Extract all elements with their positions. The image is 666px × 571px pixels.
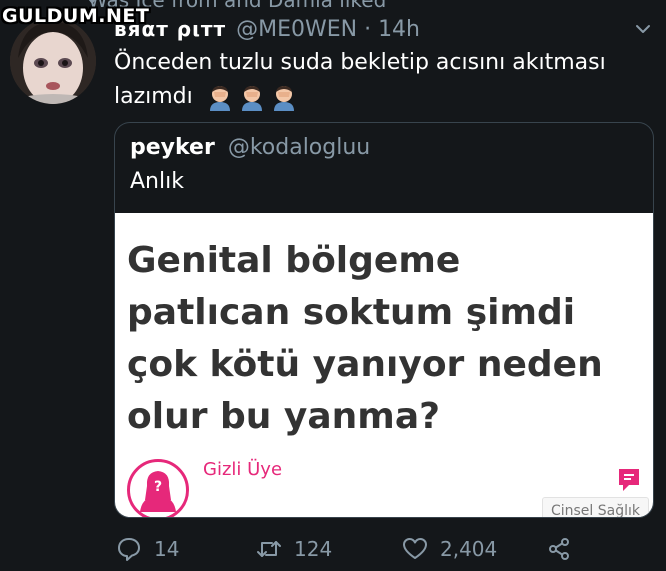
heart-icon — [403, 538, 427, 559]
handle-time[interactable]: @ME0WEN · 14h — [236, 17, 420, 42]
tweet-text: Önceden tuzlu suda bekletip acısını akıt… — [114, 46, 644, 114]
avatar-mark: ? — [154, 479, 162, 495]
facepalm-emoji-icon — [273, 86, 294, 111]
like-button[interactable]: 2,404 — [402, 534, 497, 564]
share-button[interactable] — [546, 534, 584, 564]
reply-count: 14 — [154, 537, 180, 561]
quote-header: peyker @kodalogluu — [130, 135, 370, 160]
question-text: Genital bölgeme patlıcan soktum şimdi ço… — [127, 240, 603, 437]
anonymous-user-icon: ? — [127, 459, 189, 517]
quote-display-name[interactable]: peyker — [130, 135, 215, 160]
share-icon — [549, 538, 569, 560]
comment-bubble-icon — [617, 467, 641, 493]
like-count: 2,404 — [440, 537, 498, 561]
retweet-icon — [257, 541, 281, 557]
quote-handle[interactable]: @kodalogluu — [228, 135, 370, 160]
quoted-tweet-card[interactable]: peyker @kodalogluu Anlık Genital bölgeme… — [114, 122, 654, 518]
chevron-down-icon[interactable] — [634, 20, 652, 38]
tweet-header: вяαт ριтт @ME0WEN · 14h — [114, 14, 420, 44]
avatar[interactable] — [10, 18, 96, 104]
facepalm-emoji-icon — [209, 86, 230, 111]
quote-text: Anlık — [130, 169, 184, 194]
watermark: GULDUM.NET — [2, 5, 150, 27]
category-tag: Cinsel Sağlık — [541, 497, 649, 517]
retweet-button[interactable]: 124 — [256, 534, 332, 564]
action-bar: 14 124 2,404 — [114, 534, 594, 564]
facepalm-emoji-icon — [241, 86, 262, 111]
reply-icon — [118, 538, 140, 561]
tweet-text-line2: lazımdı — [114, 84, 193, 109]
reply-button[interactable]: 14 — [116, 534, 179, 564]
quote-image[interactable]: Genital bölgeme patlıcan soktum şimdi ço… — [115, 213, 653, 517]
tweet-text-line1: Önceden tuzlu suda bekletip acısını akıt… — [114, 50, 606, 75]
emoji-row — [206, 83, 298, 111]
retweet-count: 124 — [294, 537, 333, 561]
anonymous-user-name: Gizli Üye — [203, 459, 283, 480]
